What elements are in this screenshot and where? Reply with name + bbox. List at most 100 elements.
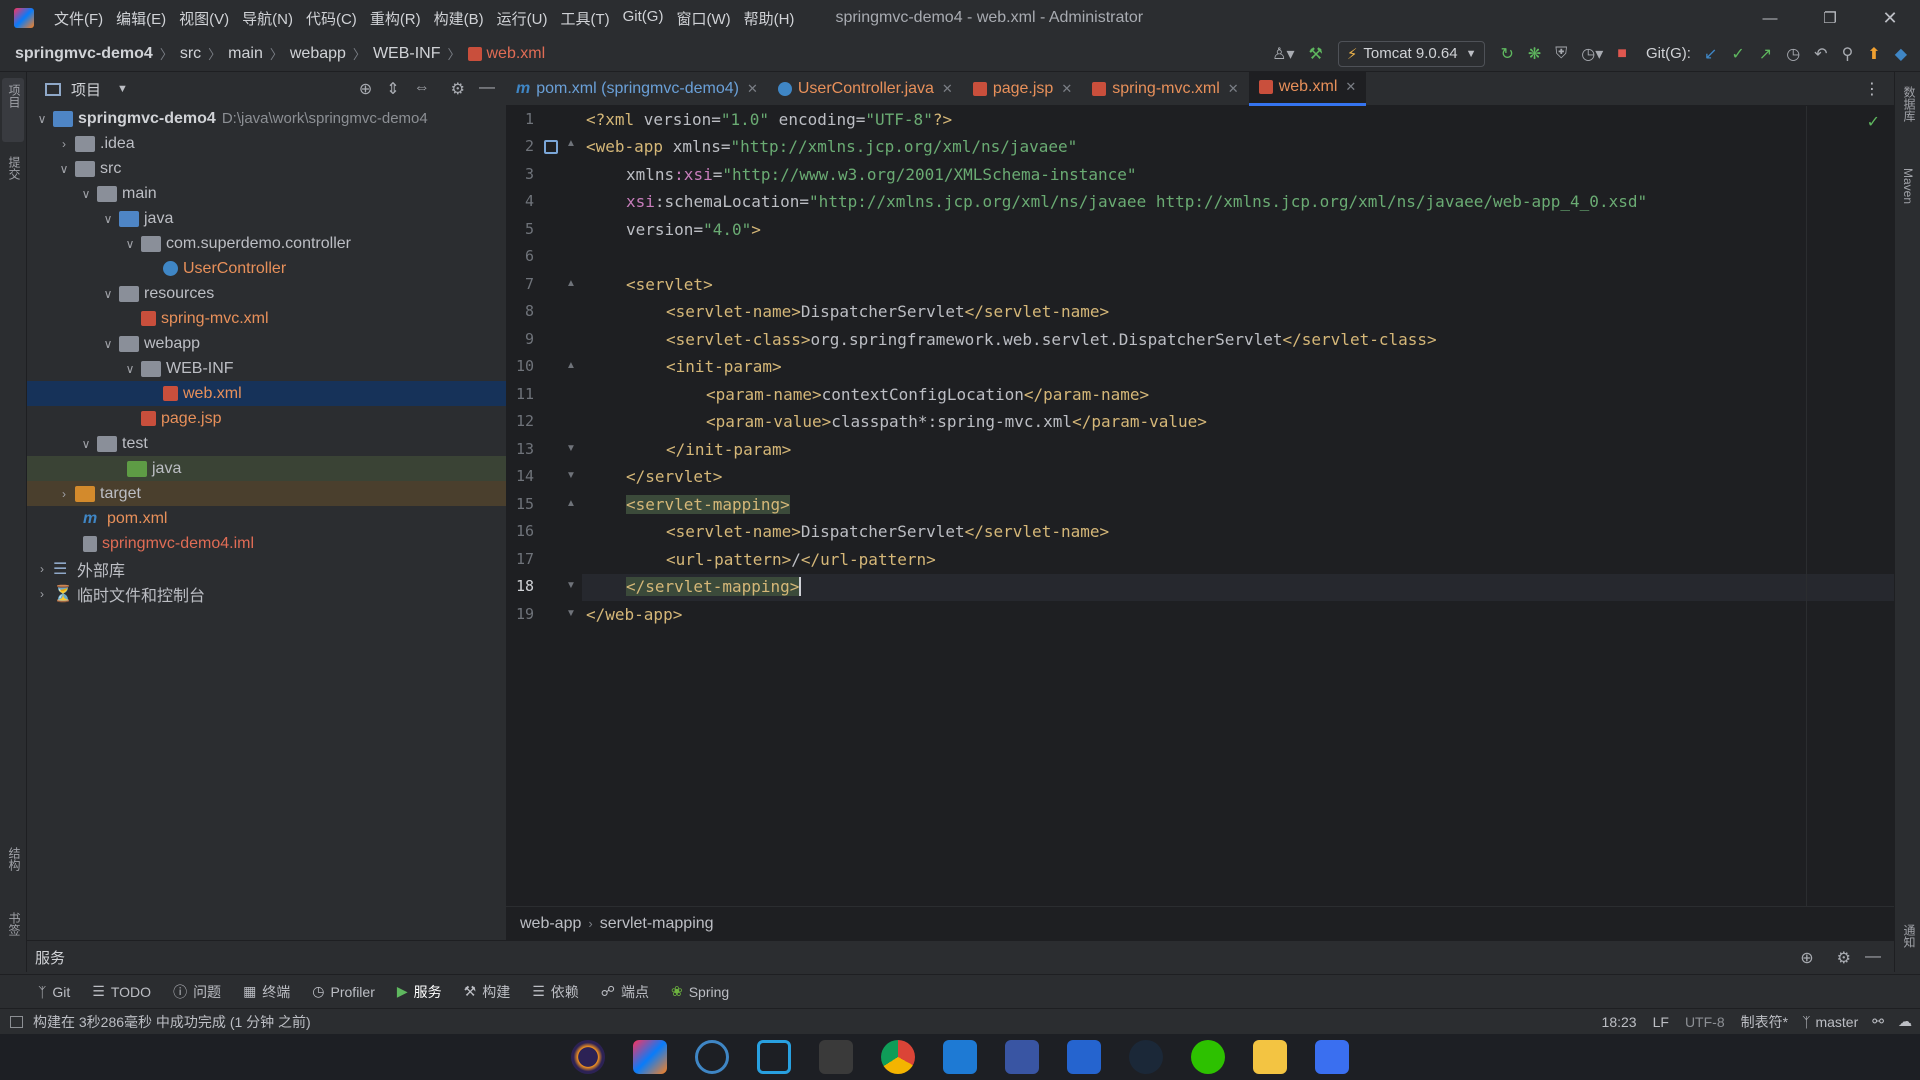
add-service-icon[interactable]: ⊕ xyxy=(1800,948,1813,968)
gear-icon[interactable]: ⚙ xyxy=(1837,948,1851,968)
tree-node-page-jsp[interactable]: page.jsp xyxy=(27,406,506,431)
structure-tool-label[interactable]: 结构 xyxy=(6,847,23,871)
chevron-right-icon[interactable]: › xyxy=(57,137,71,151)
tree-node-pom-xml[interactable]: m pom.xml xyxy=(27,506,506,531)
chevron-down-icon[interactable]: ∨ xyxy=(57,162,71,176)
expand-all-icon[interactable]: ⇕ xyxy=(386,79,399,99)
tree-node-iml[interactable]: springmvc-demo4.iml xyxy=(27,531,506,556)
tree-node-target[interactable]: › target xyxy=(27,481,506,506)
locate-icon[interactable]: ⊕ xyxy=(359,79,372,99)
tree-node-test[interactable]: ∨ test xyxy=(27,431,506,456)
tree-node-idea[interactable]: › .idea xyxy=(27,131,506,156)
menu-view[interactable]: 视图(V) xyxy=(179,8,229,29)
tool-tab-spring[interactable]: ❀ Spring xyxy=(671,983,729,1000)
run-config-selector[interactable]: ⚡ Tomcat 9.0.64 ▼ xyxy=(1337,40,1486,67)
tool-tab-profiler[interactable]: ◷ Profiler xyxy=(312,983,375,1000)
gear-icon[interactable]: ⚙ xyxy=(451,79,465,99)
project-panel-title[interactable]: 项目 xyxy=(71,79,101,100)
close-icon[interactable]: ✕ xyxy=(1228,81,1239,97)
status-message[interactable]: 构建在 3秒286毫秒 中成功完成 (1 分钟 之前) xyxy=(33,1012,311,1032)
database-tool-label[interactable]: 数据库 xyxy=(1901,86,1918,122)
user-icon[interactable]: ♙▾ xyxy=(1272,44,1294,64)
fold-icon[interactable]: ▲ xyxy=(566,498,576,509)
plugin-icon[interactable]: ◆ xyxy=(1895,44,1907,64)
minimize-icon[interactable]: — xyxy=(1740,10,1800,27)
breadcrumb-main[interactable]: main xyxy=(228,45,263,63)
eclipse-icon[interactable] xyxy=(571,1040,605,1074)
maven-tool-label[interactable]: Maven xyxy=(1901,168,1915,204)
tree-node-package[interactable]: ∨ com.superdemo.controller xyxy=(27,231,506,256)
tab-spring-mvc-xml[interactable]: spring-mvc.xml ✕ xyxy=(1082,72,1248,106)
tool-tab-services[interactable]: ▶ 服务 xyxy=(397,982,442,1002)
git-commit-icon[interactable]: ✓ xyxy=(1731,44,1744,64)
steam-icon[interactable] xyxy=(1129,1040,1163,1074)
file-encoding[interactable]: UTF-8 xyxy=(1685,1014,1725,1030)
close-icon[interactable]: ✕ xyxy=(747,81,758,97)
editor-scrollbar[interactable] xyxy=(1806,106,1894,906)
git-rollback-icon[interactable]: ↶ xyxy=(1814,44,1827,64)
tree-node-java[interactable]: ∨ java xyxy=(27,206,506,231)
fold-icon[interactable]: ▲ xyxy=(566,278,576,289)
close-icon[interactable]: ✕ xyxy=(1345,79,1356,95)
tree-node-resources[interactable]: ∨ resources xyxy=(27,281,506,306)
tool-tab-endpoints[interactable]: ☍ 端点 xyxy=(601,982,649,1002)
vscode-icon[interactable] xyxy=(943,1040,977,1074)
tab-web-xml[interactable]: web.xml ✕ xyxy=(1248,71,1367,106)
tree-node-webapp[interactable]: ∨ webapp xyxy=(27,331,506,356)
tree-node-spring-mvc-xml[interactable]: spring-mvc.xml xyxy=(27,306,506,331)
breadcrumb-webapp[interactable]: webapp xyxy=(290,45,346,63)
intellij-taskbar-icon[interactable] xyxy=(633,1040,667,1074)
breadcrumb-web-inf[interactable]: WEB-INF xyxy=(373,45,441,63)
fold-icon[interactable]: ▼ xyxy=(566,443,576,454)
windows-app-icon[interactable] xyxy=(757,1040,791,1074)
build-hammer-icon[interactable]: ⚒ xyxy=(1308,44,1322,64)
caret-position[interactable]: 18:23 xyxy=(1602,1014,1637,1030)
line-separator[interactable]: LF xyxy=(1653,1014,1669,1030)
tool-tab-todo[interactable]: ☰ TODO xyxy=(92,983,151,1000)
profile-icon[interactable]: ◷▾ xyxy=(1581,44,1603,64)
media-app-icon[interactable] xyxy=(1315,1040,1349,1074)
menu-edit[interactable]: 编辑(E) xyxy=(116,8,166,29)
menu-code[interactable]: 代码(C) xyxy=(306,8,357,29)
menu-git[interactable]: Git(G) xyxy=(623,8,664,29)
fold-icon[interactable]: ▼ xyxy=(566,580,576,591)
notifications-tool-label[interactable]: 通知 xyxy=(1901,924,1918,948)
git-push-icon[interactable]: ↗ xyxy=(1759,44,1772,64)
fold-icon[interactable]: ▼ xyxy=(566,470,576,481)
close-icon[interactable]: ✕ xyxy=(1061,81,1072,97)
menu-refactor[interactable]: 重构(R) xyxy=(370,8,421,29)
chevron-right-icon[interactable]: › xyxy=(35,587,49,601)
chevron-down-icon[interactable]: ▼ xyxy=(117,83,128,95)
fold-icon[interactable]: ▲ xyxy=(566,360,576,371)
git-history-icon[interactable]: ◷ xyxy=(1786,44,1800,64)
menu-file[interactable]: 文件(F) xyxy=(54,8,103,29)
chevron-down-icon[interactable]: ∨ xyxy=(101,212,115,226)
services-title[interactable]: 服务 xyxy=(35,947,65,968)
tab-pom-xml[interactable]: m pom.xml (springmvc-demo4) ✕ xyxy=(506,72,768,106)
chevron-down-icon[interactable]: ∨ xyxy=(79,437,93,451)
update-icon[interactable]: ⬆ xyxy=(1867,44,1880,64)
menu-tools[interactable]: 工具(T) xyxy=(560,8,609,29)
tool-tab-problems[interactable]: ⓘ 问题 xyxy=(173,982,221,1002)
project-tool-label[interactable]: 项目 xyxy=(6,84,23,108)
chrome-icon[interactable] xyxy=(881,1040,915,1074)
file-explorer-icon[interactable] xyxy=(1253,1040,1287,1074)
menu-navigate[interactable]: 导航(N) xyxy=(242,8,293,29)
menu-window[interactable]: 窗口(W) xyxy=(676,8,730,29)
chevron-down-icon[interactable]: ∨ xyxy=(101,287,115,301)
chevron-down-icon[interactable]: ∨ xyxy=(79,187,93,201)
todo-app-icon[interactable] xyxy=(1067,1040,1101,1074)
tab-page-jsp[interactable]: page.jsp ✕ xyxy=(963,72,1082,106)
coverage-icon[interactable]: ⛨ xyxy=(1555,45,1567,63)
tree-node-external-libs[interactable]: › ☰ 外部库 xyxy=(27,556,506,581)
close-icon[interactable]: ✕ xyxy=(942,81,953,97)
terminal-app-icon[interactable] xyxy=(819,1040,853,1074)
stop-icon[interactable]: ■ xyxy=(1617,45,1627,63)
tree-node-usercontroller[interactable]: UserController xyxy=(27,256,506,281)
fold-icon[interactable]: ▲ xyxy=(566,138,576,149)
hide-icon[interactable]: — xyxy=(479,79,495,99)
intellij-logo-icon[interactable] xyxy=(14,8,34,28)
status-panel-icon[interactable] xyxy=(10,1015,23,1028)
chevron-down-icon[interactable]: ∨ xyxy=(123,362,137,376)
tree-node-web-xml[interactable]: web.xml xyxy=(27,381,506,406)
